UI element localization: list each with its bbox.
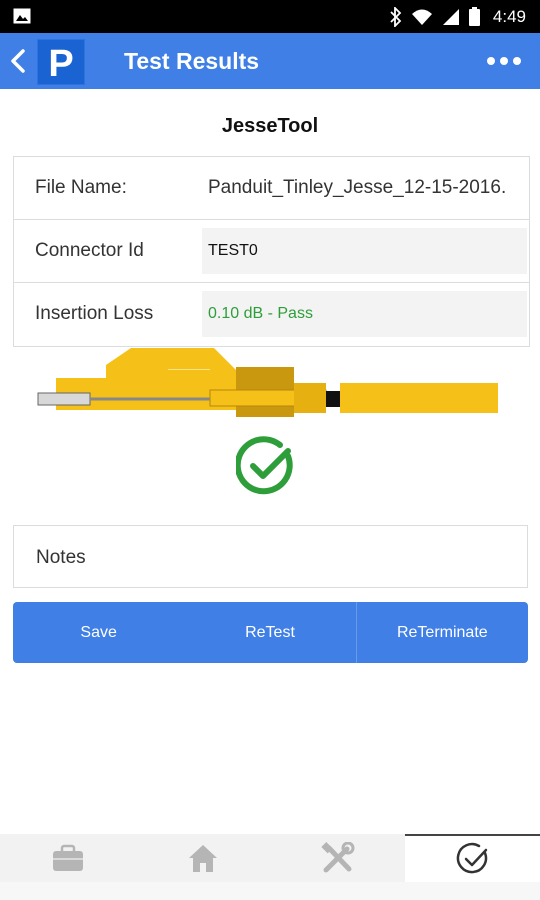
image-icon: [13, 8, 31, 24]
nav-item-projects[interactable]: [0, 834, 135, 882]
back-icon[interactable]: [8, 48, 28, 74]
bottom-nav: [0, 834, 540, 882]
signal-icon: [442, 8, 459, 25]
action-bar: Save ReTest ReTerminate: [13, 602, 528, 663]
bottom-strip: [0, 882, 540, 900]
nav-item-tools[interactable]: [270, 834, 405, 882]
device-title: JesseTool: [221, 115, 319, 137]
connector-id-row: Connector Id TEST0: [14, 219, 529, 282]
connector-id-value: TEST0: [202, 228, 527, 274]
result-info-table: File Name: Panduit_Tinley_Jesse_12-15-20…: [13, 156, 530, 347]
logo-letter: P: [48, 43, 73, 85]
nav-item-home[interactable]: [135, 834, 270, 882]
reterminate-button[interactable]: ReTerminate: [355, 602, 528, 663]
notes-label: Notes: [36, 547, 86, 568]
insertion-loss-row: Insertion Loss 0.10 dB - Pass: [14, 282, 529, 345]
home-icon: [188, 845, 217, 872]
battery-icon: [468, 7, 480, 26]
save-button[interactable]: Save: [13, 602, 184, 663]
insertion-loss-value: 0.10 dB - Pass: [202, 291, 527, 337]
file-name-label: File Name:: [35, 177, 127, 198]
wifi-icon: [411, 9, 432, 25]
bluetooth-icon: [390, 6, 402, 27]
file-name-row: File Name: Panduit_Tinley_Jesse_12-15-20…: [14, 157, 529, 219]
status-time: 4:49: [492, 6, 526, 26]
file-name-value: Panduit_Tinley_Jesse_12-15-2016.: [202, 165, 527, 211]
insertion-loss-label: Insertion Loss: [35, 303, 154, 324]
check-icon: [456, 842, 487, 874]
status-bar: 4:49: [0, 0, 540, 33]
page-title: Test Results: [124, 48, 260, 74]
more-icon[interactable]: [486, 51, 522, 71]
connector-illustration: [37, 348, 498, 417]
notes-field[interactable]: Notes: [13, 525, 528, 588]
check-circle-icon: [236, 436, 293, 495]
connector-id-label: Connector Id: [35, 240, 144, 261]
briefcase-icon: [52, 844, 83, 871]
tools-icon: [320, 842, 354, 873]
nav-item-results[interactable]: [405, 834, 540, 882]
app-bar: P Test Results: [0, 33, 540, 89]
retest-button[interactable]: ReTest: [184, 602, 355, 663]
panduit-logo: P: [37, 39, 85, 85]
